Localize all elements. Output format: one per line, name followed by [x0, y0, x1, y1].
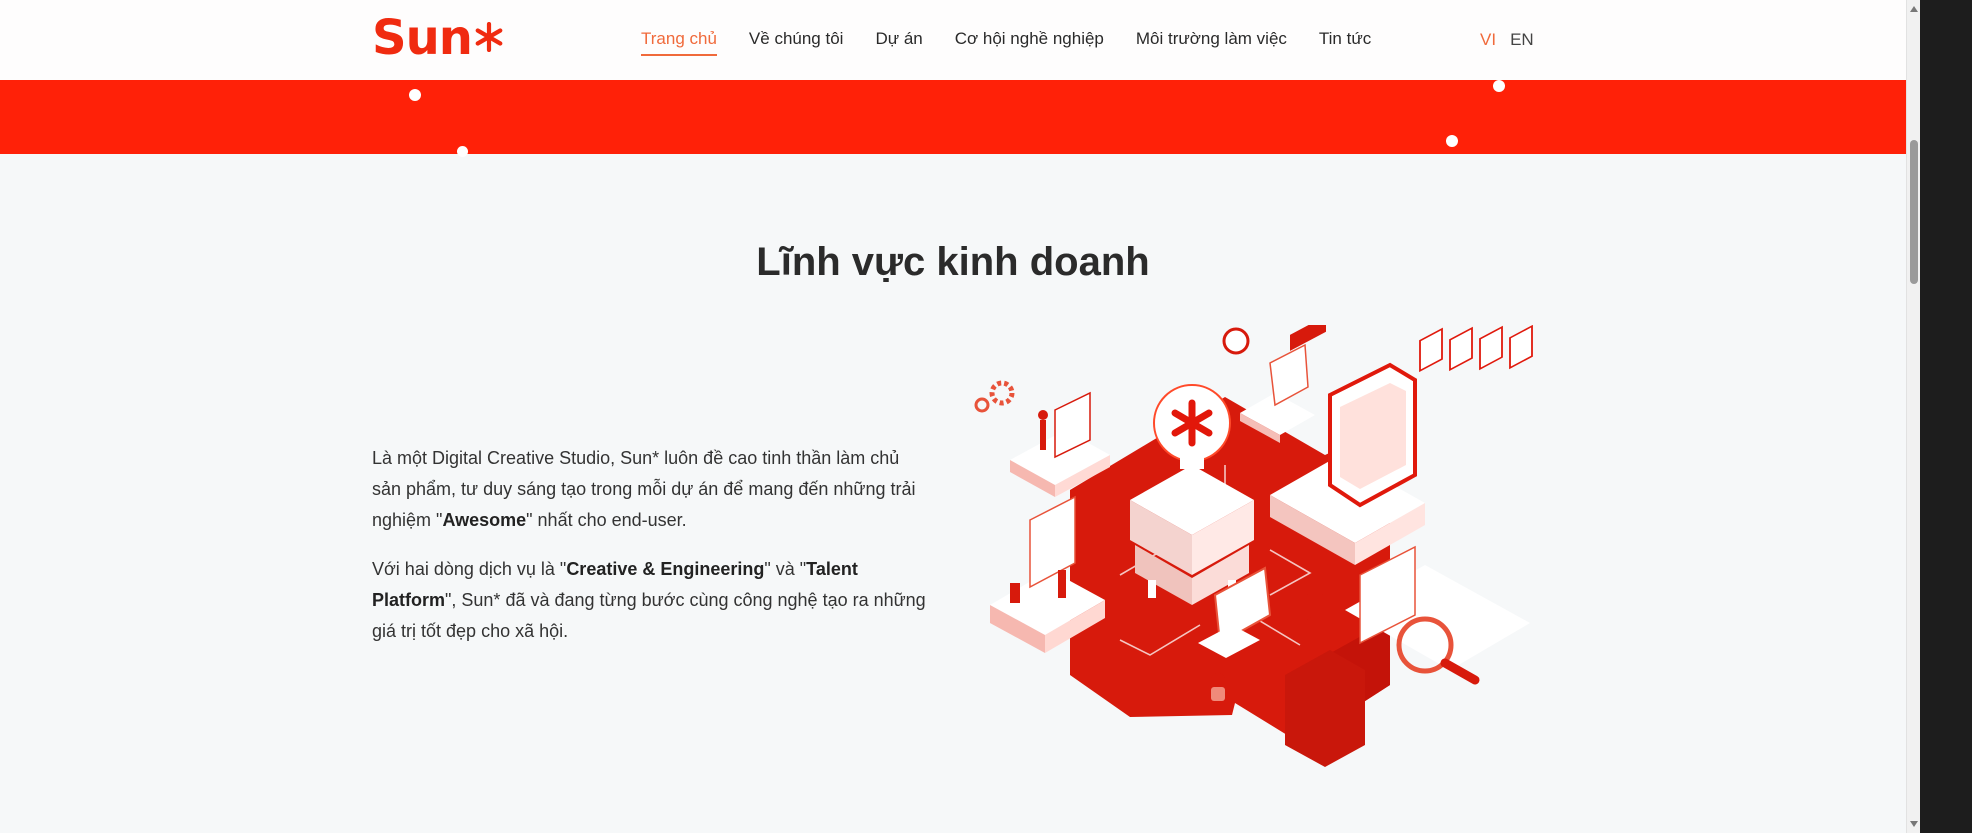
business-isometric-illustration	[974, 325, 1533, 767]
intro-paragraph: Là một Digital Creative Studio, Sun* luô…	[372, 443, 932, 536]
intro-text-end: " nhất cho end-user.	[526, 510, 687, 530]
decorative-dot	[409, 89, 421, 101]
sun-logo[interactable]: Sun	[372, 12, 504, 64]
nav-item-careers[interactable]: Cơ hội nghề nghiệp	[955, 29, 1104, 56]
language-en[interactable]: EN	[1510, 30, 1534, 50]
page: Sun Trang chủ Về chúng tôi Dự án Cơ hội …	[0, 0, 1906, 833]
nav-item-work-environment[interactable]: Môi trường làm việc	[1136, 29, 1287, 56]
services-text-start: Với hai dòng dịch vụ là "	[372, 559, 567, 579]
vertical-scrollbar[interactable]	[1906, 0, 1921, 833]
decorative-dot	[1493, 80, 1505, 92]
main-nav: Trang chủ Về chúng tôi Dự án Cơ hội nghề…	[641, 29, 1403, 56]
services-text-middle: " và "	[764, 559, 807, 579]
logo-text: Sun	[372, 10, 473, 66]
language-vi[interactable]: VI	[1480, 30, 1496, 50]
hero-red-band	[0, 80, 1906, 157]
scrollbar-thumb[interactable]	[1910, 140, 1918, 284]
scroll-down-icon[interactable]	[1910, 821, 1918, 827]
language-switcher: VI EN	[1480, 30, 1534, 50]
decorative-dot	[457, 146, 468, 157]
services-text-end: ", Sun* đã và đang từng bước cùng công n…	[372, 590, 926, 641]
decorative-dot	[1446, 135, 1458, 147]
site-header: Sun Trang chủ Về chúng tôi Dự án Cơ hội …	[0, 0, 1906, 80]
intro-bold-awesome: Awesome	[442, 510, 527, 530]
nav-item-projects[interactable]: Dự án	[875, 29, 922, 56]
services-paragraph: Với hai dòng dịch vụ là "Creative & Engi…	[372, 554, 932, 647]
logo-star-icon	[474, 10, 504, 62]
section-title: Lĩnh vực kinh doanh	[756, 240, 1150, 284]
nav-item-news[interactable]: Tin tức	[1319, 29, 1371, 56]
scroll-up-icon[interactable]	[1910, 6, 1918, 12]
nav-item-home[interactable]: Trang chủ	[641, 29, 717, 56]
services-bold-creative: Creative & Engineering	[566, 559, 765, 579]
window-edge	[1920, 0, 1972, 833]
nav-item-about[interactable]: Về chúng tôi	[749, 29, 844, 56]
